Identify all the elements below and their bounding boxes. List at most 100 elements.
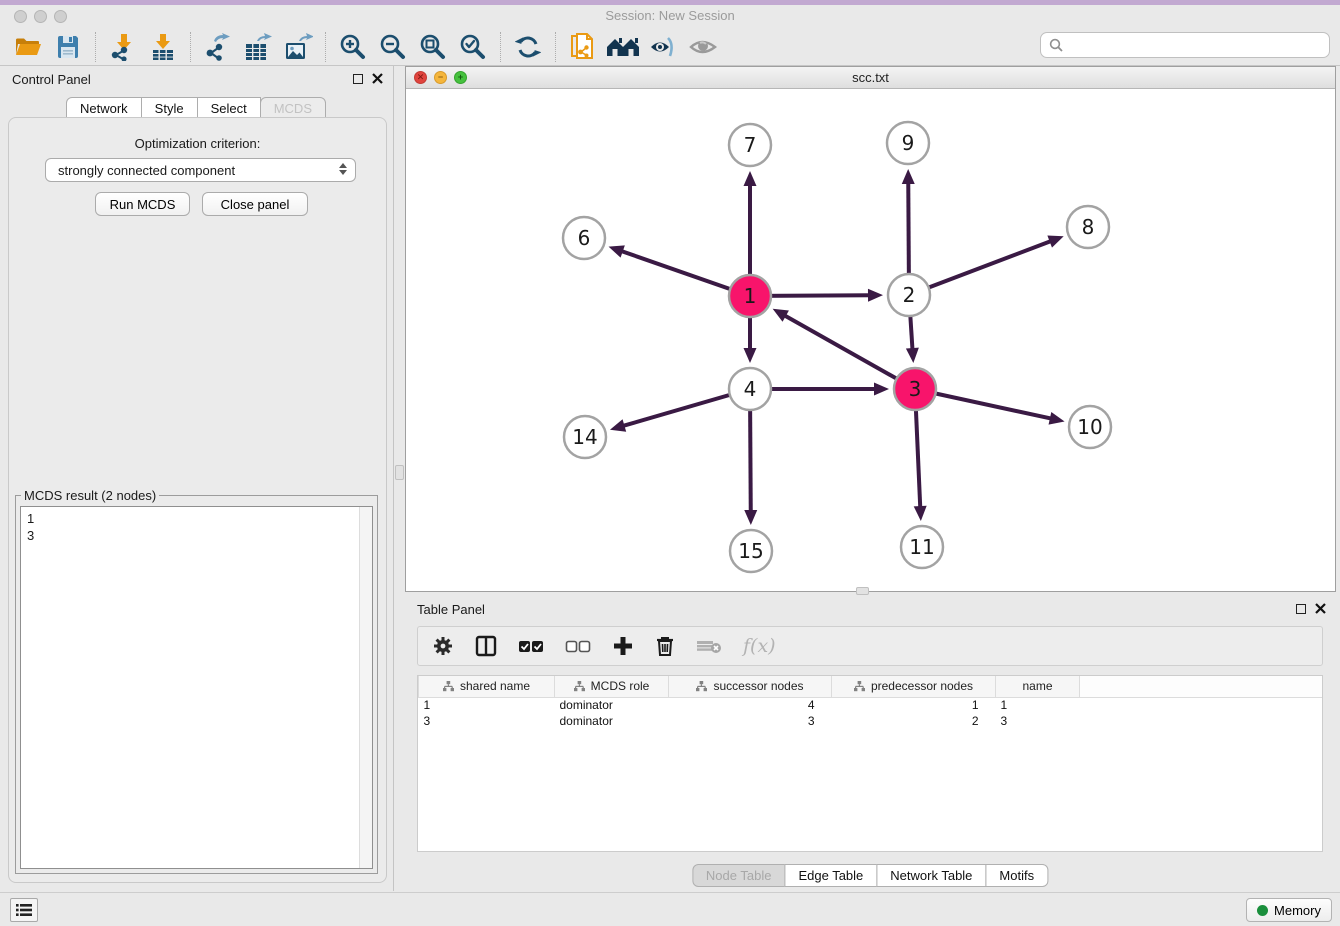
export-table-icon[interactable]: [238, 31, 278, 63]
graph-node-label: 9: [902, 131, 915, 155]
tab-motifs[interactable]: Motifs: [985, 864, 1048, 887]
table-row[interactable]: 1dominator411: [419, 697, 1324, 713]
table-settings-icon[interactable]: [432, 635, 454, 657]
panel-split-icon[interactable]: [475, 635, 497, 657]
close-panel-icon[interactable]: [372, 73, 383, 84]
zoom-out-icon[interactable]: [373, 31, 413, 63]
control-panel: Control Panel NetworkStyleSelectMCDS Opt…: [0, 66, 394, 891]
close-table-panel-icon[interactable]: [1315, 603, 1326, 614]
column-tree-icon: [696, 681, 707, 692]
zoom-fit-icon[interactable]: [413, 31, 453, 63]
export-image-icon[interactable]: [278, 31, 318, 63]
network-minimize-button[interactable]: −: [434, 71, 447, 84]
import-network-icon[interactable]: [103, 31, 143, 63]
status-bar: Memory: [0, 892, 1340, 926]
graph-node-label: 2: [903, 283, 916, 307]
cell-MCDS-role[interactable]: dominator: [555, 713, 669, 729]
delete-table-icon[interactable]: [696, 637, 722, 655]
show-all-networks-icon[interactable]: [603, 31, 643, 63]
network-graph[interactable]: 7968124314101511: [406, 89, 1335, 591]
column-header-shared-name[interactable]: shared name: [419, 676, 555, 697]
toolbar-separator: [95, 32, 96, 62]
graph-edge-arrowhead: [610, 419, 626, 431]
column-header-predecessor-nodes[interactable]: predecessor nodes: [832, 676, 996, 697]
toolbar-separator: [500, 32, 501, 62]
add-row-icon[interactable]: [612, 635, 634, 657]
tab-node-table[interactable]: Node Table: [692, 864, 786, 887]
hide-selected-icon[interactable]: [643, 31, 683, 63]
tab-edge-table[interactable]: Edge Table: [784, 864, 877, 887]
graph-edge-arrowhead: [906, 348, 919, 363]
criterion-dropdown[interactable]: strongly connected component: [45, 158, 356, 182]
tab-network-table[interactable]: Network Table: [876, 864, 986, 887]
graph-edge-arrowhead: [868, 289, 883, 302]
table-row[interactable]: 3dominator323: [419, 713, 1324, 729]
memory-label: Memory: [1274, 903, 1321, 918]
float-panel-icon[interactable]: [353, 74, 363, 84]
graph-edge-arrowhead: [874, 383, 889, 396]
graph-node-label: 1: [744, 284, 757, 308]
cell-predecessor-nodes[interactable]: 1: [832, 697, 996, 713]
cell-shared-name[interactable]: 3: [419, 713, 555, 729]
graph-edge-3-1[interactable]: [784, 315, 915, 389]
function-builder-icon[interactable]: f(x): [743, 635, 776, 657]
mcds-result-box[interactable]: 1 3: [20, 506, 373, 869]
column-header-MCDS-role[interactable]: MCDS role: [555, 676, 669, 697]
horizontal-splitter-grip[interactable]: [856, 587, 869, 595]
graph-edge-arrowhead: [609, 245, 625, 257]
open-session-icon[interactable]: [8, 31, 48, 63]
vertical-splitter-grip[interactable]: [395, 465, 404, 480]
column-header-successor-nodes[interactable]: successor nodes: [669, 676, 832, 697]
zoom-in-icon[interactable]: [333, 31, 373, 63]
graph-node-label: 15: [738, 539, 763, 563]
network-window-title: scc.txt: [406, 67, 1335, 88]
mcds-result-text: 1 3: [21, 507, 372, 547]
graph-edge-arrowhead: [914, 506, 927, 521]
search-box[interactable]: [1040, 32, 1330, 58]
clone-network-icon[interactable]: [563, 31, 603, 63]
delete-row-icon[interactable]: [655, 635, 675, 657]
network-maximize-button[interactable]: +: [454, 71, 467, 84]
graph-edge-arrowhead: [744, 348, 757, 363]
graph-node-label: 11: [909, 535, 934, 559]
import-table-icon[interactable]: [143, 31, 183, 63]
refresh-view-icon[interactable]: [508, 31, 548, 63]
result-scrollbar[interactable]: [359, 507, 372, 868]
export-network-icon[interactable]: [198, 31, 238, 63]
zoom-selected-icon[interactable]: [453, 31, 493, 63]
cell-shared-name[interactable]: 1: [419, 697, 555, 713]
graph-node-label: 4: [744, 377, 757, 401]
graph-edge-arrowhead: [1047, 235, 1063, 247]
column-tree-icon: [854, 681, 865, 692]
task-history-button[interactable]: [10, 898, 38, 922]
cell-name[interactable]: 3: [996, 713, 1080, 729]
show-graphics-details-icon[interactable]: [683, 31, 723, 63]
search-input[interactable]: [1069, 35, 1329, 55]
network-window-titlebar[interactable]: ✕ − + scc.txt: [406, 67, 1335, 89]
column-header-name[interactable]: name: [996, 676, 1080, 697]
run-mcds-button[interactable]: Run MCDS: [95, 192, 190, 216]
cell-MCDS-role[interactable]: dominator: [555, 697, 669, 713]
select-none-icon[interactable]: [565, 639, 591, 653]
mcds-result-group: MCDS result (2 nodes) 1 3: [15, 495, 378, 874]
cell-successor-nodes[interactable]: 4: [669, 697, 832, 713]
table-panel-tabs: Node TableEdge TableNetwork TableMotifs: [693, 864, 1048, 887]
network-canvas[interactable]: 7968124314101511: [406, 89, 1335, 591]
node-table[interactable]: shared nameMCDS rolesuccessor nodesprede…: [417, 675, 1323, 852]
memory-button[interactable]: Memory: [1246, 898, 1332, 922]
graph-node-label: 6: [578, 226, 591, 250]
cell-successor-nodes[interactable]: 3: [669, 713, 832, 729]
control-panel-title: Control Panel: [12, 72, 91, 87]
cell-predecessor-nodes[interactable]: 2: [832, 713, 996, 729]
table-panel-title: Table Panel: [417, 602, 485, 617]
cell-name[interactable]: 1: [996, 697, 1080, 713]
network-close-button[interactable]: ✕: [414, 71, 427, 84]
graph-edge-2-8[interactable]: [909, 241, 1052, 295]
optimization-criterion-label: Optimization criterion:: [9, 136, 386, 151]
float-table-panel-icon[interactable]: [1296, 604, 1306, 614]
select-all-icon[interactable]: [518, 639, 544, 653]
close-panel-button[interactable]: Close panel: [202, 192, 308, 216]
table-toolbar: f(x): [417, 626, 1323, 666]
save-session-icon[interactable]: [48, 31, 88, 63]
toolbar-separator: [325, 32, 326, 62]
